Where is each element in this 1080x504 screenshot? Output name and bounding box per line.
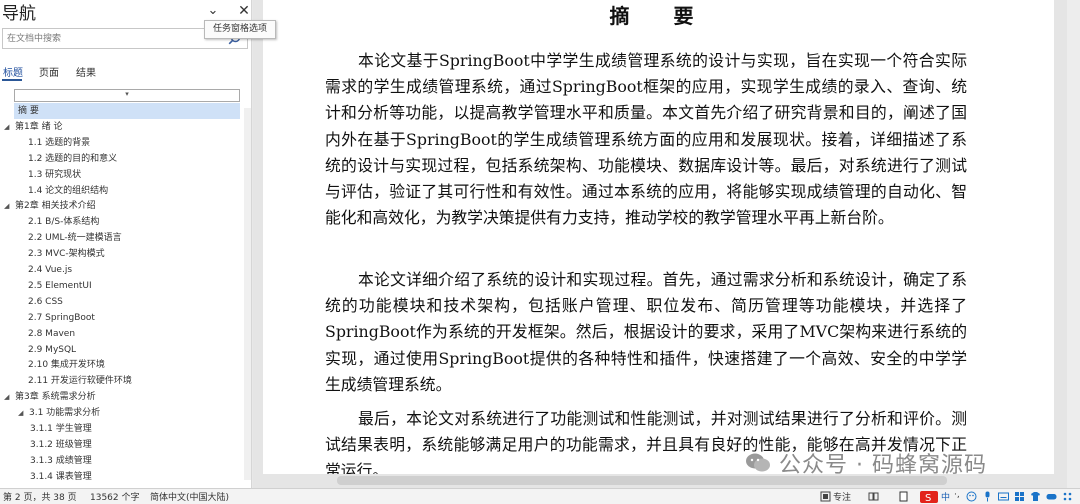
nav-chapter-item[interactable]: ◢ 第2章 相关技术介绍 [4, 198, 96, 214]
search-input[interactable] [3, 29, 223, 48]
nav-item-label: 3.1 功能需求分析 [29, 408, 101, 419]
nav-heading-item[interactable]: 2.4 Vue.js [28, 262, 72, 278]
emoji-icon[interactable] [966, 491, 977, 502]
toolbox-icon[interactable] [1014, 491, 1025, 502]
nav-item-label: 3.1.2 班级管理 [30, 439, 92, 450]
focus-mode[interactable]: 专注 [833, 490, 851, 503]
nav-heading-item[interactable]: 1.1 选题的背景 [28, 135, 90, 151]
microphone-icon[interactable] [982, 491, 993, 502]
keyboard-icon[interactable] [998, 491, 1009, 502]
nav-item-label: 2.11 开发运行软硬件环境 [28, 376, 132, 387]
nav-item-label: 第3章 系统需求分析 [15, 392, 96, 403]
ime-mode[interactable]: 中 [941, 490, 950, 503]
nav-item-label: 2.2 UML-统一建模语言 [28, 233, 122, 244]
nav-item-label: 2.8 Maven [28, 328, 76, 339]
sogou-ime-icon[interactable]: S [920, 491, 938, 504]
nav-heading-item[interactable]: 2.5 ElementUI [28, 278, 92, 294]
game-icon[interactable] [1046, 491, 1057, 502]
nav-heading-item[interactable]: 2.2 UML-统一建模语言 [28, 230, 122, 246]
nav-heading-item[interactable]: 2.1 B/S-体系结构 [28, 214, 99, 230]
status-bar: 第 2 页，共 38 页 13562 个字 简体中文(中国大陆) 专注 S 中 … [0, 488, 1080, 504]
tab-headings[interactable]: 标题 [3, 64, 23, 79]
nav-item-label: 2.6 CSS [28, 296, 63, 307]
nav-item-label: 2.5 ElementUI [28, 280, 92, 291]
nav-item-label: 第2章 相关技术介绍 [15, 201, 96, 212]
nav-chapter-item[interactable]: ◢ 第1章 绪 论 [4, 119, 62, 135]
nav-heading-item[interactable]: 1.3 研究现状 [28, 167, 81, 183]
nav-item-label: 摘 要 [18, 106, 39, 116]
nav-tabs: 标题 页面 结果 [0, 62, 252, 84]
nav-heading-item[interactable]: 3.1.4 课表管理 [30, 469, 92, 485]
document-page[interactable]: 摘要 本论文基于SpringBoot中学学生成绩管理系统的设计与实现，旨在实现一… [263, 0, 1054, 474]
nav-item-label: 1.2 选题的目的和意义 [28, 153, 118, 164]
nav-chapter-item[interactable]: ◢ 第3章 系统需求分析 [4, 389, 96, 405]
nav-item-label: 3.1.3 成绩管理 [30, 455, 92, 466]
svg-text:S: S [925, 493, 931, 503]
focus-icon[interactable] [820, 491, 831, 502]
nav-item-label: 1.4 论文的组织结构 [28, 185, 109, 196]
collapse-all-bar[interactable]: ▾ [14, 89, 240, 102]
page-count[interactable]: 第 2 页，共 38 页 [3, 490, 77, 503]
navigation-pane: 导航 ⌄ ✕ 标题 页面 结果 ▾ 摘 要◢第1章 绪 论1.1 选题的背景1.… [0, 0, 252, 488]
nav-heading-item[interactable]: 1.2 选题的目的和意义 [28, 151, 117, 167]
nav-heading-item[interactable]: 2.9 MySQL [28, 342, 76, 358]
nav-heading-item[interactable]: 2.8 Maven [28, 326, 75, 342]
nav-heading-item[interactable]: ◢ 3.1 功能需求分析 [18, 405, 100, 421]
tab-results[interactable]: 结果 [76, 64, 96, 79]
nav-item-label: 2.1 B/S-体系结构 [28, 217, 100, 228]
nav-item-label: 1.3 研究现状 [28, 169, 82, 180]
nav-item-label: 第1章 绪 论 [15, 121, 63, 132]
expand-triangle-icon[interactable]: ◢ [18, 405, 29, 421]
expand-triangle-icon[interactable]: ◢ [4, 389, 15, 405]
read-mode-icon[interactable] [868, 491, 879, 502]
chevron-down-icon[interactable]: ⌄ [204, 1, 222, 19]
watermark: 公众号 · 码蜂窝源码 [745, 449, 987, 478]
punctuation-icon[interactable]: ·, [954, 490, 960, 500]
nav-heading-item[interactable]: 1.4 论文的组织结构 [28, 183, 108, 199]
nav-heading-item[interactable]: 2.6 CSS [28, 294, 63, 310]
nav-heading-item[interactable]: 3.1.2 班级管理 [30, 437, 92, 453]
paragraph-1[interactable]: 本论文基于SpringBoot中学学生成绩管理系统的设计与实现，旨在实现一个符合… [325, 48, 967, 231]
nav-item-label: 2.10 集成开发环境 [28, 360, 105, 371]
nav-heading-item[interactable]: 摘 要 [14, 103, 240, 119]
nav-item-label: 2.9 MySQL [28, 344, 77, 355]
nav-heading-item[interactable]: 2.10 集成开发环境 [28, 357, 105, 373]
expand-triangle-icon[interactable]: ◢ [4, 198, 15, 214]
nav-item-label: 2.4 Vue.js [28, 265, 73, 275]
nav-heading-item[interactable]: 3.1.1 学生管理 [30, 421, 92, 437]
nav-item-label: 3.1.1 学生管理 [30, 424, 92, 434]
nav-title: 导航 [2, 4, 36, 24]
active-tab-indicator [2, 79, 22, 81]
nav-item-label: 3.1.4 课表管理 [30, 471, 92, 482]
close-icon[interactable]: ✕ [236, 1, 252, 19]
expand-triangle-icon[interactable]: ◢ [4, 119, 15, 135]
tab-pages[interactable]: 页面 [39, 64, 59, 79]
tooltip: 任务窗格选项 [204, 20, 276, 39]
nav-item-label: 2.3 MVC-架构模式 [28, 249, 105, 260]
nav-scrollbar[interactable] [244, 108, 251, 480]
nav-heading-item[interactable]: 2.11 开发运行软硬件环境 [28, 373, 132, 389]
nav-heading-item[interactable]: 2.3 MVC-架构模式 [28, 246, 105, 262]
print-layout-icon[interactable] [898, 491, 909, 502]
menu-grid-icon[interactable] [1062, 491, 1073, 502]
paragraph-2[interactable]: 本论文详细介绍了系统的设计和实现过程。首先，通过需求分析和系统设计，确定了系统的… [325, 267, 967, 398]
skin-icon[interactable] [1030, 491, 1041, 502]
nav-item-label: 2.7 SpringBoot [28, 312, 95, 323]
language-indicator[interactable]: 简体中文(中国大陆) [150, 490, 229, 503]
document-scrollbar[interactable] [1067, 0, 1080, 488]
nav-item-label: 1.1 选题的背景 [28, 137, 91, 148]
nav-heading-item[interactable]: 3.1.3 成绩管理 [30, 453, 92, 469]
word-count[interactable]: 13562 个字 [90, 490, 140, 503]
nav-heading-item[interactable]: 2.7 SpringBoot [28, 310, 95, 326]
watermark-text: 公众号 · 码蜂窝源码 [779, 453, 987, 478]
page-heading: 摘要 [609, 4, 738, 28]
wechat-icon [746, 453, 770, 472]
